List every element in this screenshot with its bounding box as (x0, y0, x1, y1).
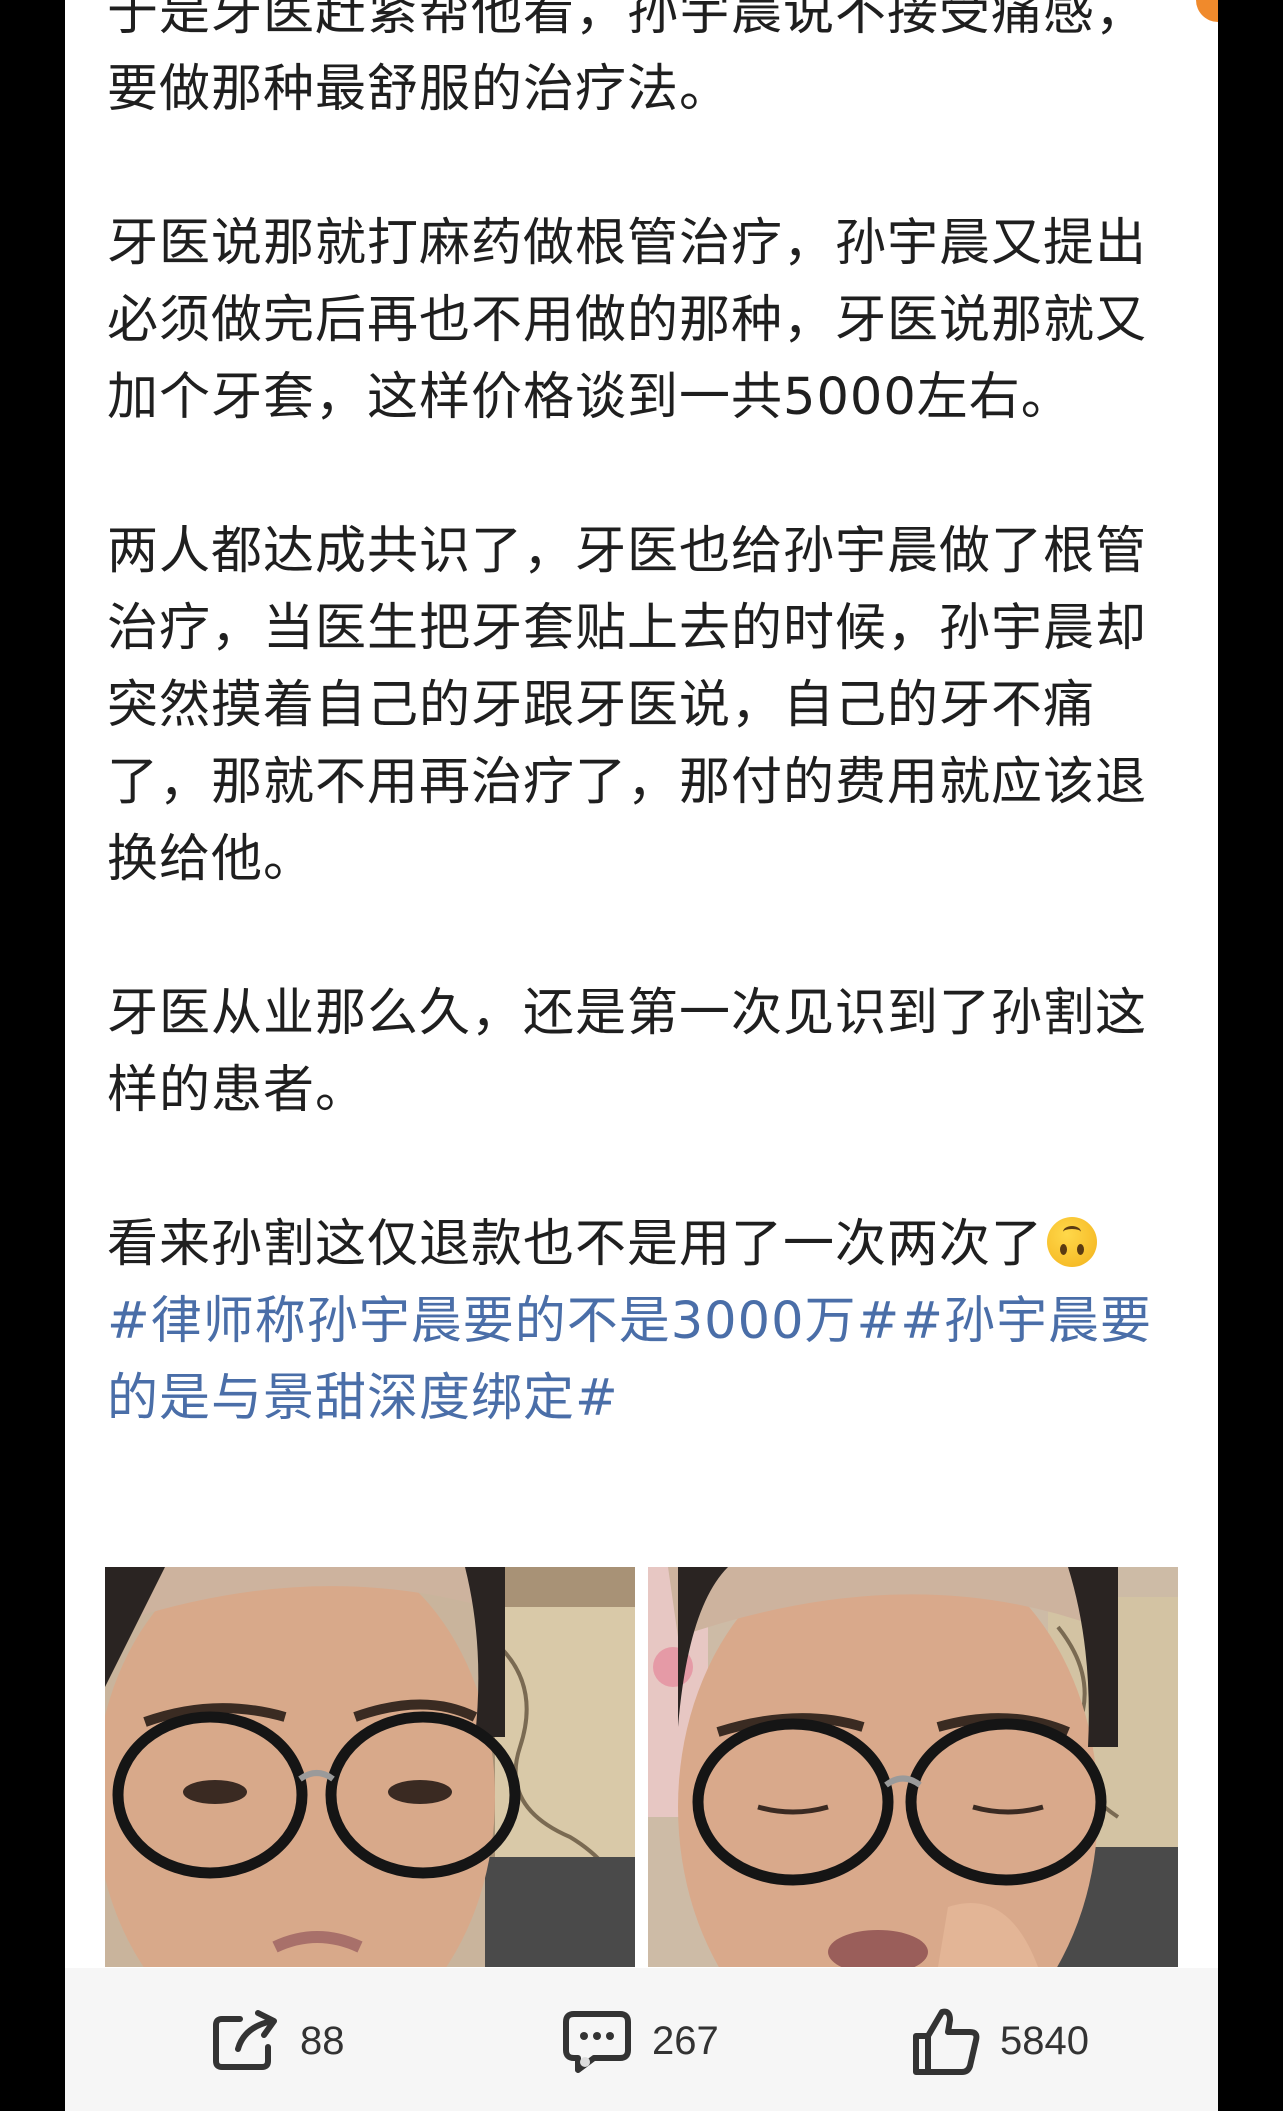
paragraph-2: 牙医说那就打麻药做根管治疗，孙宇晨又提出必须做完后再也不用做的那种，牙医说那就又… (107, 214, 1148, 427)
upside-down-face-icon (1047, 1217, 1098, 1267)
like-button[interactable]: 5840 (910, 2006, 1089, 2076)
share-icon (213, 2010, 277, 2070)
comment-icon (563, 2011, 631, 2073)
action-bar: 88 267 5840 (65, 1968, 1218, 2111)
photo-2[interactable] (648, 1567, 1178, 1967)
paragraph-3: 两人都达成共识了，牙医也给孙宇晨做了根管治疗，当医生把牙套贴上去的时候，孙宇晨却… (107, 522, 1148, 889)
share-button[interactable]: 88 (210, 2006, 345, 2076)
post-card: 于是牙医赶紧帮他看，孙宇晨说不接受痛感，要做那种最舒服的治疗法。 牙医说那就打麻… (65, 0, 1218, 2111)
paragraph-1: 于是牙医赶紧帮他看，孙宇晨说不接受痛感，要做那种最舒服的治疗法。 (107, 0, 1148, 119)
share-count: 88 (300, 2018, 345, 2063)
photo-1-image (105, 1567, 635, 1967)
paragraph-5: 看来孙割这仅退款也不是用了一次两次了 (107, 1206, 1197, 1283)
photo-2-image (648, 1567, 1178, 1967)
thumbs-up-icon (913, 2008, 980, 2075)
last-line-text: 看来孙割这仅退款也不是用了一次两次了 (107, 1215, 1044, 1274)
comment-count: 267 (652, 2018, 719, 2063)
paragraph-4: 牙医从业那么久，还是第一次见识到了孙割这样的患者。 (107, 984, 1148, 1120)
post-body: 于是牙医赶紧帮他看，孙宇晨说不接受痛感，要做那种最舒服的治疗法。 牙医说那就打麻… (107, 0, 1197, 1437)
page-indicator-dot (580, 2057, 590, 2067)
like-count: 5840 (1000, 2018, 1089, 2063)
photo-1[interactable] (105, 1567, 635, 1967)
corner-accent (1196, 0, 1218, 22)
topic-hashtags[interactable]: #律师称孙宇晨要的不是3000万##孙宇晨要的是与景甜深度绑定# (107, 1283, 1197, 1437)
photo-grid (105, 1567, 1178, 1967)
